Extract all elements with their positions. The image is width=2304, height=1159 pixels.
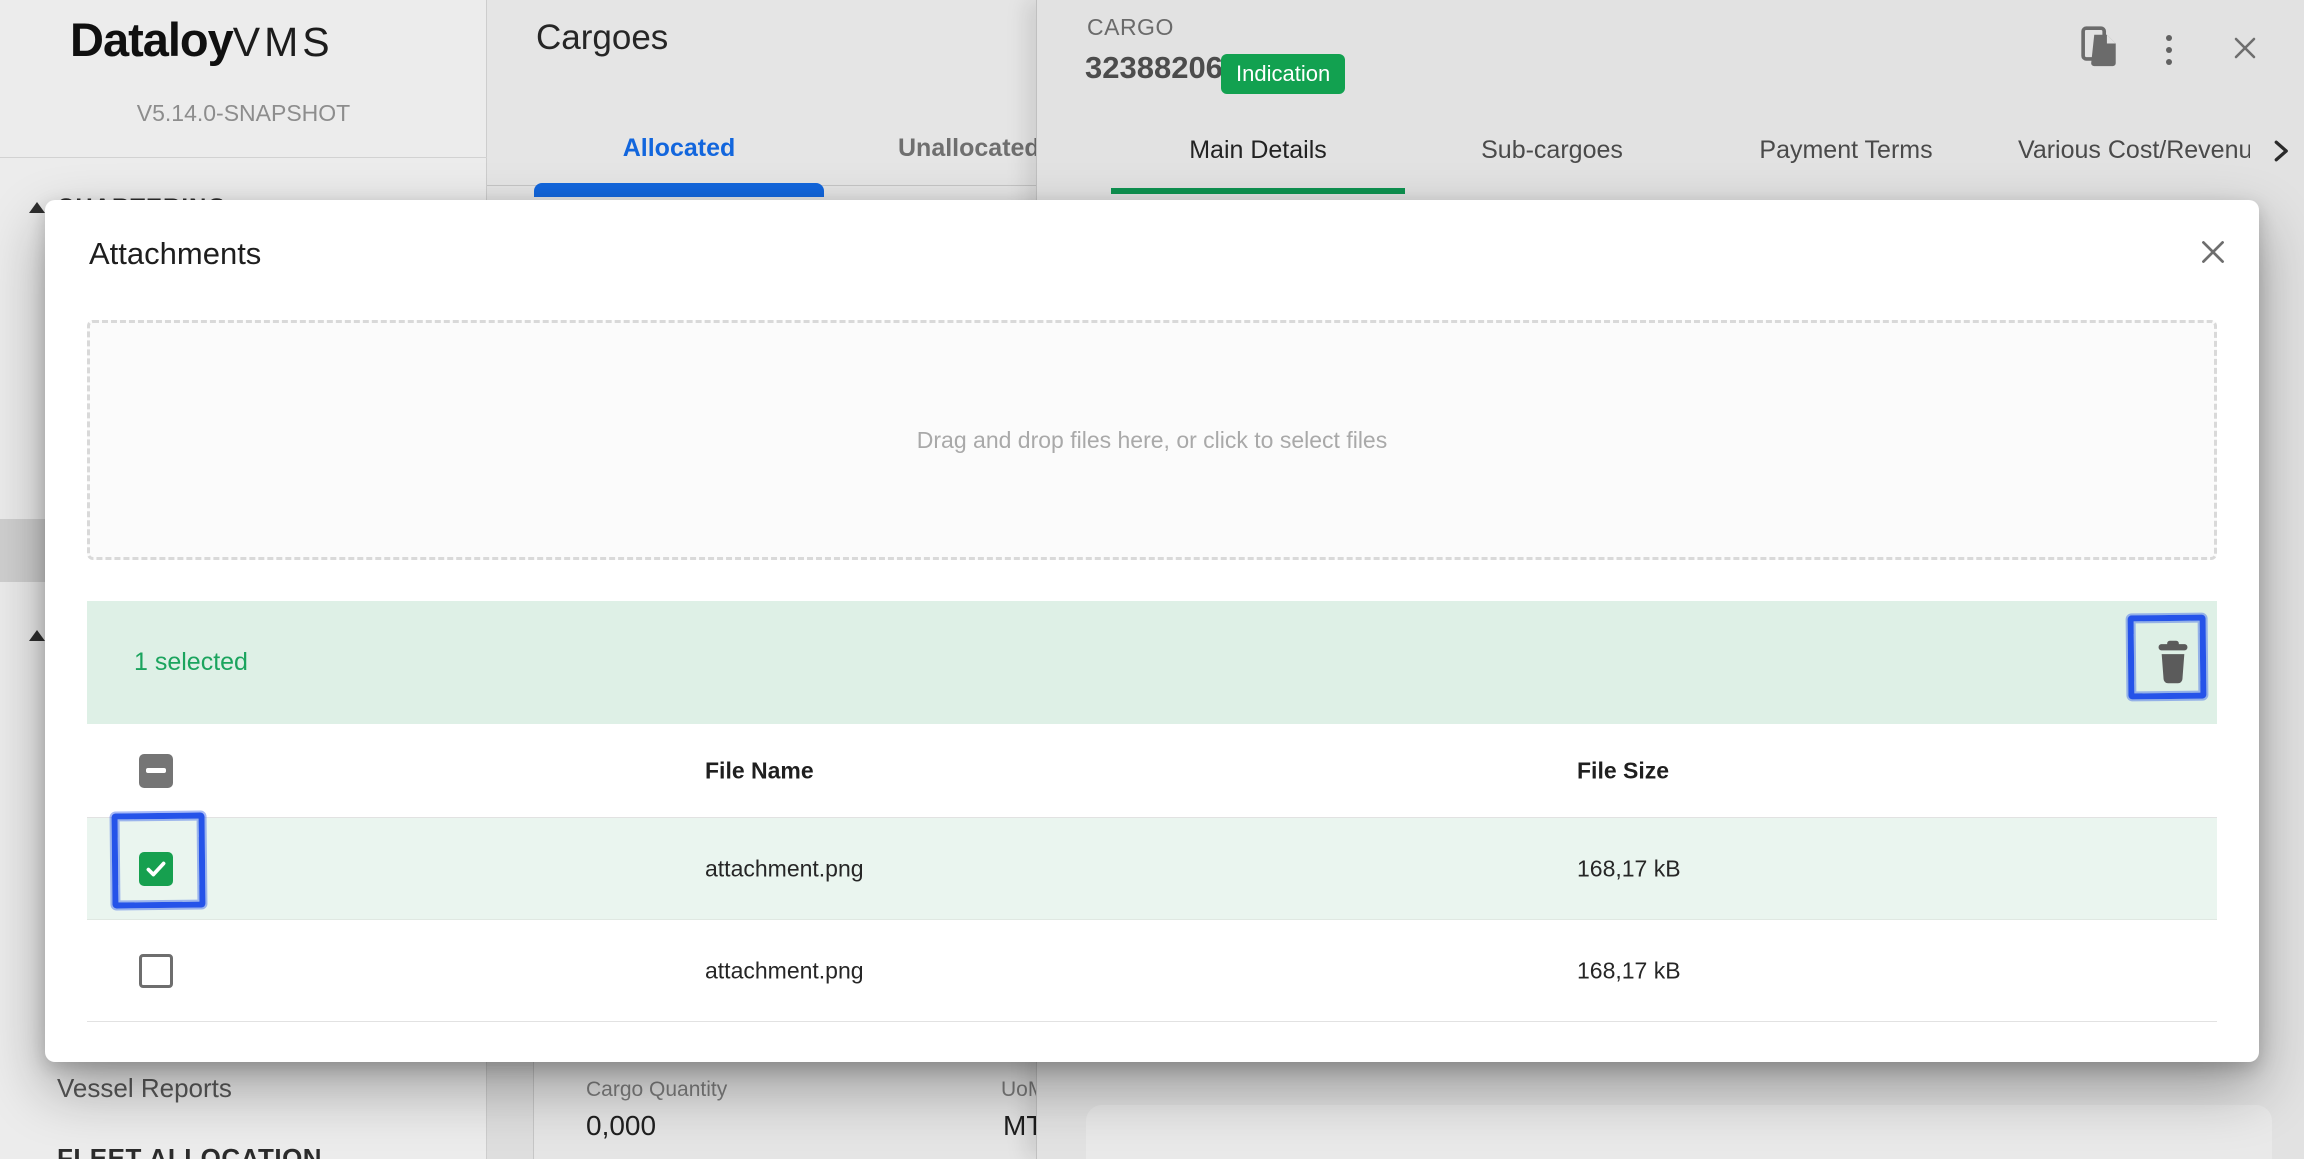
detail-section-card [1086, 1105, 2272, 1159]
table-header-row: File Name File Size [87, 724, 2217, 818]
selection-toolbar: 1 selected [87, 601, 2217, 724]
dataloy-logo: DataloyVMS [70, 12, 334, 67]
column-header-file-size: File Size [1577, 757, 1669, 784]
file-name-cell: attachment.png [705, 957, 864, 984]
checked-checkbox-icon[interactable] [139, 852, 173, 886]
unchecked-checkbox-icon[interactable] [139, 954, 173, 988]
file-name-cell: attachment.png [705, 855, 864, 882]
column-header-file-name: File Name [705, 757, 814, 784]
attachments-modal: Attachments Drag and drop files here, or… [45, 200, 2259, 1062]
select-all-checkbox[interactable] [139, 754, 173, 788]
active-tab-indicator [534, 183, 824, 197]
collapse-arrow-icon[interactable] [29, 202, 45, 213]
table-row[interactable]: attachment.png 168,17 kB [87, 818, 2217, 920]
cargo-quantity-value[interactable]: 0,000 [586, 1110, 656, 1142]
version-label: V5.14.0-SNAPSHOT [0, 100, 487, 127]
close-icon[interactable] [2191, 230, 2235, 274]
file-dropzone[interactable]: Drag and drop files here, or click to se… [87, 320, 2217, 560]
indeterminate-checkbox-icon[interactable] [139, 754, 173, 788]
tab-allocated[interactable]: Allocated [534, 134, 824, 163]
dropzone-hint: Drag and drop files here, or click to se… [917, 427, 1387, 454]
cargo-id: 32388206 [1085, 50, 1223, 86]
logo-suffix: VMS [233, 19, 334, 65]
status-badge: Indication [1221, 54, 1345, 94]
row-checkbox[interactable] [139, 954, 173, 988]
modal-title: Attachments [89, 236, 261, 272]
tab-various-cost-revenue[interactable]: Various Cost/Revenue [2018, 136, 2250, 165]
page-title: Cargoes [536, 18, 668, 58]
selection-count: 1 selected [134, 648, 248, 677]
list-gutter [487, 1062, 534, 1159]
table-row[interactable]: attachment.png 168,17 kB [87, 920, 2217, 1022]
chevron-right-icon[interactable] [2265, 136, 2295, 171]
kebab-menu-icon[interactable] [2159, 28, 2179, 72]
tab-unallocated[interactable]: Unallocated [898, 134, 1040, 163]
logo-brand: Dataloy [70, 13, 233, 66]
sidebar-section-fleet-allocation[interactable]: FLEET ALLOCATION [57, 1143, 322, 1159]
row-checkbox[interactable] [139, 852, 173, 886]
collapse-arrow-icon[interactable] [29, 630, 45, 641]
sidebar-item-vessel-reports[interactable]: Vessel Reports [57, 1073, 232, 1104]
active-tab-indicator [1111, 188, 1405, 194]
file-size-cell: 168,17 kB [1577, 855, 1681, 882]
tab-main-details[interactable]: Main Details [1111, 136, 1405, 165]
cargo-type-label: CARGO [1087, 14, 1174, 41]
cargo-quantity-label: Cargo Quantity [586, 1078, 727, 1102]
tab-payment-terms[interactable]: Payment Terms [1699, 136, 1993, 165]
app-window: DataloyVMS V5.14.0-SNAPSHOT CHARTERING V… [0, 0, 2304, 1159]
tab-sub-cargoes[interactable]: Sub-cargoes [1405, 136, 1699, 165]
close-icon[interactable] [2229, 32, 2261, 69]
sidebar-divider [0, 157, 487, 158]
copy-icon[interactable] [2077, 24, 2123, 75]
trash-icon[interactable] [2141, 630, 2205, 694]
file-size-cell: 168,17 kB [1577, 957, 1681, 984]
